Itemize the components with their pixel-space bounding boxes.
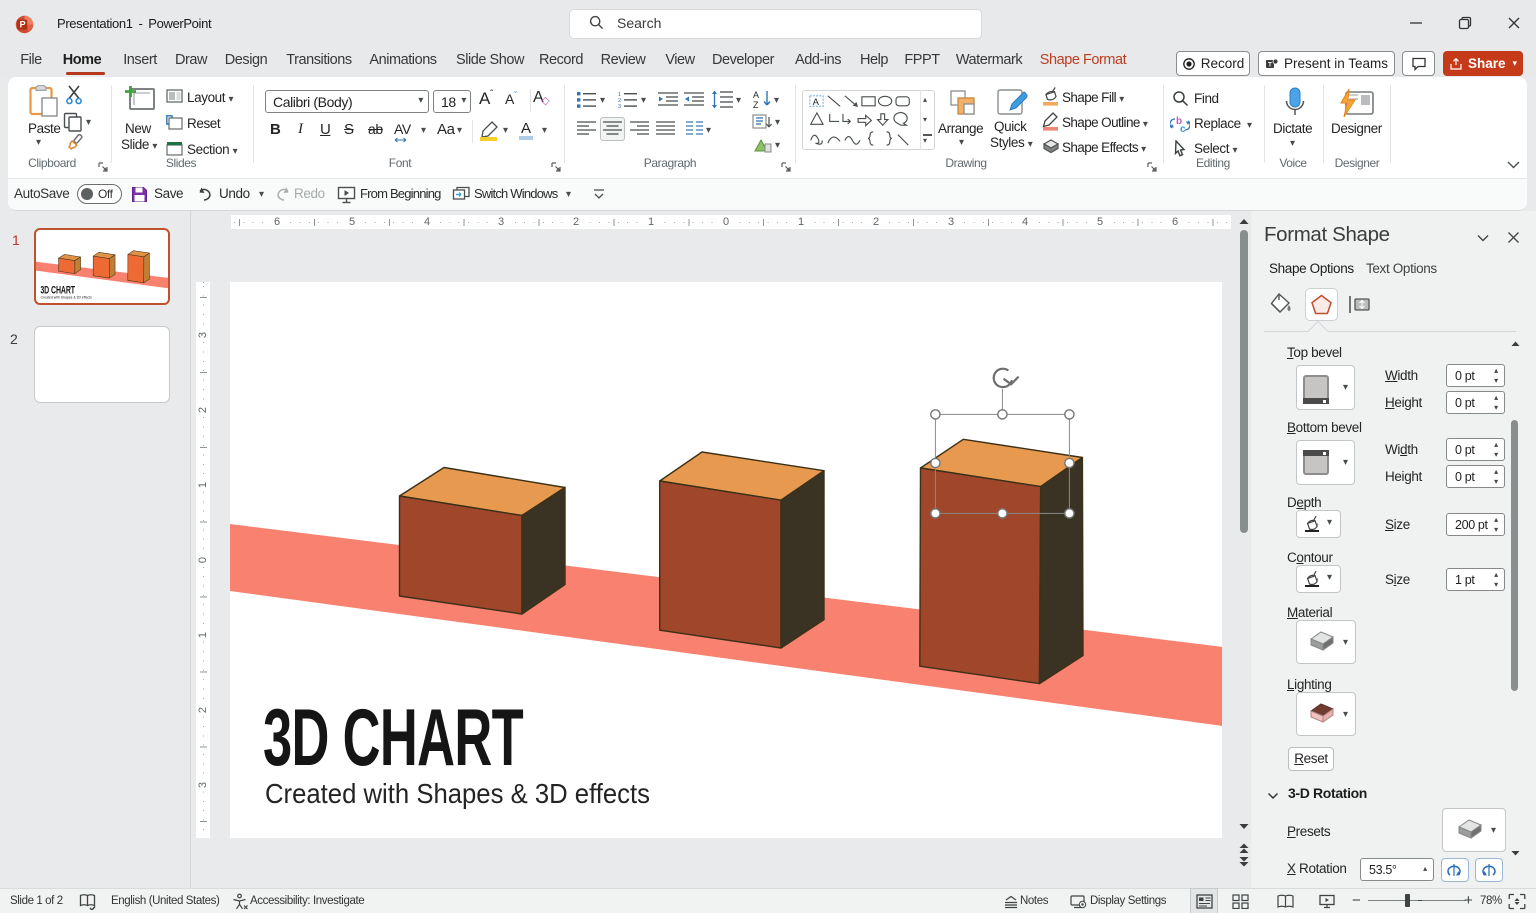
svg-text:A: A [813, 97, 820, 108]
svg-text:c: c [1180, 124, 1186, 134]
svg-text:Created with Shapes & 3D effec: Created with Shapes & 3D effects [41, 295, 92, 299]
svg-text:Z: Z [753, 100, 759, 109]
svg-text:3D CHART: 3D CHART [40, 284, 75, 296]
svg-text:T: T [1268, 61, 1272, 68]
svg-text:A: A [753, 90, 759, 100]
svg-text:Created with Shapes & 3D effec: Created with Shapes & 3D effects [265, 778, 650, 809]
svg-text:3D CHART: 3D CHART [263, 693, 523, 783]
svg-text:3: 3 [618, 104, 621, 109]
svg-text:P: P [20, 20, 26, 30]
